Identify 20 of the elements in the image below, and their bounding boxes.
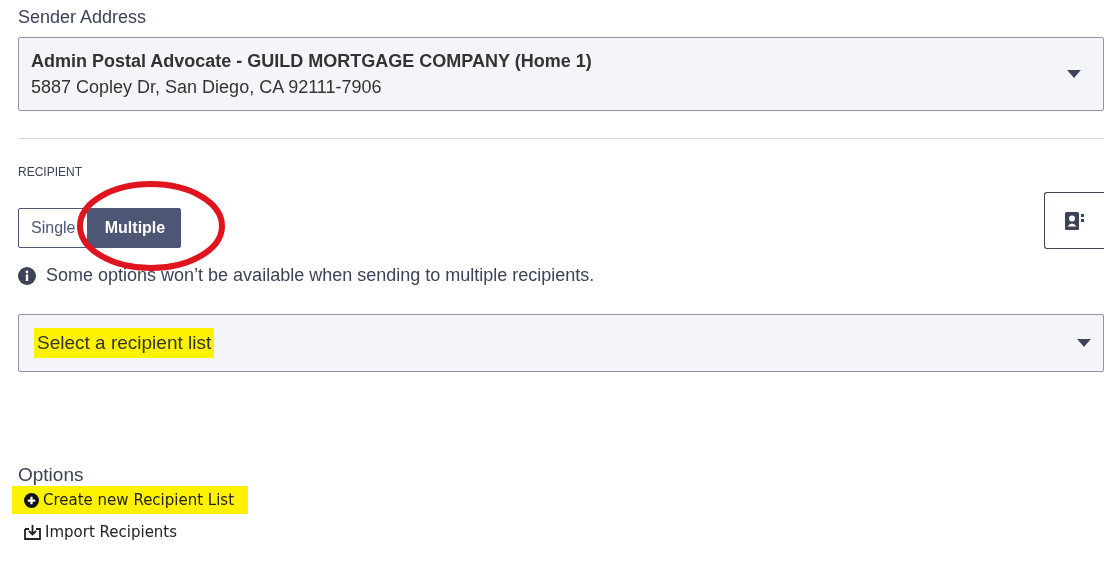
sender-name: Admin Postal Advocate - GUILD MORTGAGE COMPANY (Home 1): [31, 50, 593, 73]
options-heading: Options: [18, 464, 84, 486]
plus-circle-icon: [24, 492, 39, 508]
field-label: Sender Address: [18, 6, 147, 28]
info-message: Some options won’t be available when sending to multiple recipients.: [46, 265, 595, 286]
info-icon: [18, 266, 36, 285]
sender-address: 5887 Copley Dr, San Diego, CA 92111-7906: [31, 76, 383, 99]
option-link[interactable]: Import Recipients: [12, 518, 192, 546]
mode-toggle-button[interactable]: Multiple: [88, 208, 182, 248]
mode-toggle-button[interactable]: Single: [18, 208, 89, 248]
sender-address-select[interactable]: Admin Postal Advocate - GUILD MORTGAGE COMPANY (Home 1) 5887 Copley Dr, San Diego, CA 92111-7906: [18, 37, 1104, 111]
recipient-list-select[interactable]: Select a recipient list: [18, 314, 1104, 372]
address-book-button[interactable]: [1044, 192, 1104, 249]
import-icon: [24, 524, 41, 540]
select-placeholder: Select a recipient list: [34, 328, 215, 358]
address-book-icon: [1065, 211, 1085, 230]
caret-icon: [1077, 339, 1091, 347]
caret-icon: [1067, 70, 1081, 78]
section-label: RECIPIENT: [18, 165, 82, 179]
option-link[interactable]: Create new Recipient List: [12, 486, 249, 514]
